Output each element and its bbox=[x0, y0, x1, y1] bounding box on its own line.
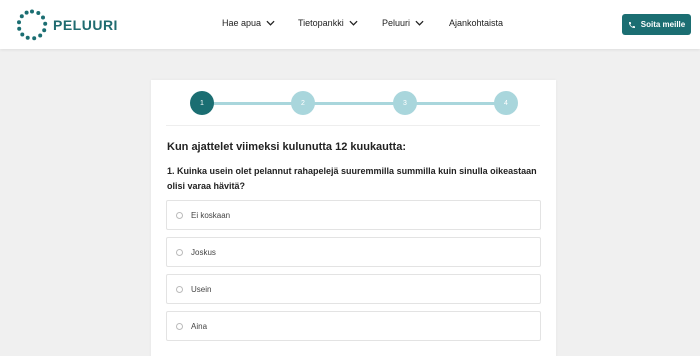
option-label: Joskus bbox=[191, 247, 216, 257]
radio-button[interactable] bbox=[176, 322, 183, 330]
radio-button[interactable] bbox=[176, 285, 183, 293]
answer-option-usein[interactable]: Usein bbox=[166, 274, 541, 304]
call-us-label: Soita meille bbox=[640, 20, 686, 29]
chevron-down-icon bbox=[266, 20, 275, 26]
logo-dots-icon bbox=[17, 9, 48, 41]
step-connector bbox=[405, 101, 507, 105]
radio-button[interactable] bbox=[176, 248, 183, 256]
step-4: 4 bbox=[494, 91, 518, 115]
step-2: 2 bbox=[291, 91, 315, 115]
option-label: Aina bbox=[191, 321, 208, 331]
peluuri-logo[interactable]: PELUURI bbox=[16, 9, 118, 41]
step-1: 1 bbox=[190, 91, 214, 115]
section-divider bbox=[166, 125, 540, 126]
quiz-heading: Kun ajattelet viimeksi kulunutta 12 kuuk… bbox=[167, 141, 407, 153]
questionnaire-card: 1 2 3 4 Kun ajattelet viimeksi kulunutta… bbox=[151, 80, 556, 356]
nav-label: Ajankohtaista bbox=[449, 18, 504, 28]
nav-item-peluuri[interactable]: Peluuri bbox=[382, 18, 424, 28]
nav-item-ajankohtaista[interactable]: Ajankohtaista bbox=[449, 18, 503, 28]
step-3: 3 bbox=[393, 91, 417, 115]
question-text: 1. Kuinka usein olet pelannut rahapelejä… bbox=[167, 166, 537, 191]
answer-option-ei-koskaan[interactable]: Ei koskaan bbox=[166, 200, 541, 230]
brand-name: PELUURI bbox=[53, 17, 118, 33]
chevron-down-icon bbox=[415, 20, 424, 26]
step-connector bbox=[304, 101, 405, 105]
radio-button[interactable] bbox=[176, 211, 183, 219]
answer-option-joskus[interactable]: Joskus bbox=[166, 237, 541, 267]
nav-label: Hae apua bbox=[222, 18, 262, 28]
chevron-down-icon bbox=[349, 20, 358, 26]
step-connector bbox=[202, 101, 304, 105]
call-us-button[interactable]: Soita meille bbox=[622, 14, 691, 35]
option-label: Ei koskaan bbox=[191, 210, 231, 220]
answer-option-aina[interactable]: Aina bbox=[166, 311, 541, 341]
option-label: Usein bbox=[191, 284, 212, 294]
nav-item-hae-apua[interactable]: Hae apua bbox=[222, 18, 275, 28]
nav-item-tietopankki[interactable]: Tietopankki bbox=[298, 18, 358, 28]
nav-label: Tietopankki bbox=[298, 18, 344, 28]
nav-label: Peluuri bbox=[382, 18, 411, 28]
phone-icon bbox=[628, 21, 635, 28]
top-navigation-bar: PELUURI Hae apua Tietopankki Peluuri Aja… bbox=[0, 0, 700, 49]
progress-stepper: 1 2 3 4 bbox=[190, 91, 518, 115]
